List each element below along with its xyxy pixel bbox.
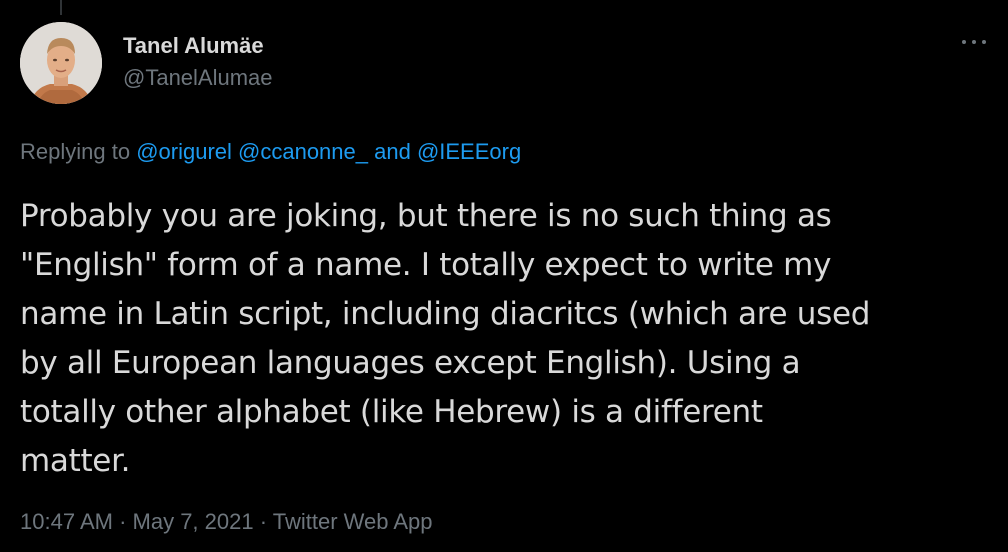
- replying-to-line: Replying to @origurel @ccanonne_ and @IE…: [20, 137, 521, 167]
- author-block[interactable]: Tanel Alumäe @TanelAlumae: [123, 32, 273, 93]
- more-horizontal-icon: [962, 40, 986, 44]
- tweet-metadata: 10:47 AM · May 7, 2021 · Twitter Web App: [20, 507, 433, 537]
- tweet-source[interactable]: Twitter Web App: [273, 509, 433, 534]
- mention-link-ccanonne[interactable]: @ccanonne_: [238, 139, 368, 164]
- mention-link-ieeeorg[interactable]: @IEEEorg: [417, 139, 521, 164]
- meta-separator: ·: [112, 509, 133, 534]
- tweet-time[interactable]: 10:47 AM: [20, 509, 113, 534]
- replying-prefix: Replying to: [20, 139, 137, 164]
- author-handle[interactable]: @TanelAlumae: [123, 63, 273, 93]
- tweet-date[interactable]: May 7, 2021: [133, 509, 254, 534]
- meta-separator-2: ·: [253, 509, 273, 534]
- user-avatar-photo-icon: [20, 22, 102, 104]
- tweet-text: Probably you are joking, but there is no…: [20, 198, 871, 479]
- replying-conjunction[interactable]: and: [368, 139, 417, 164]
- thread-connector-line: [60, 0, 62, 15]
- more-options-button[interactable]: [958, 30, 990, 54]
- author-avatar[interactable]: [20, 22, 102, 104]
- mention-link-origurel[interactable]: @origurel: [136, 139, 232, 164]
- author-display-name[interactable]: Tanel Alumäe: [123, 32, 273, 60]
